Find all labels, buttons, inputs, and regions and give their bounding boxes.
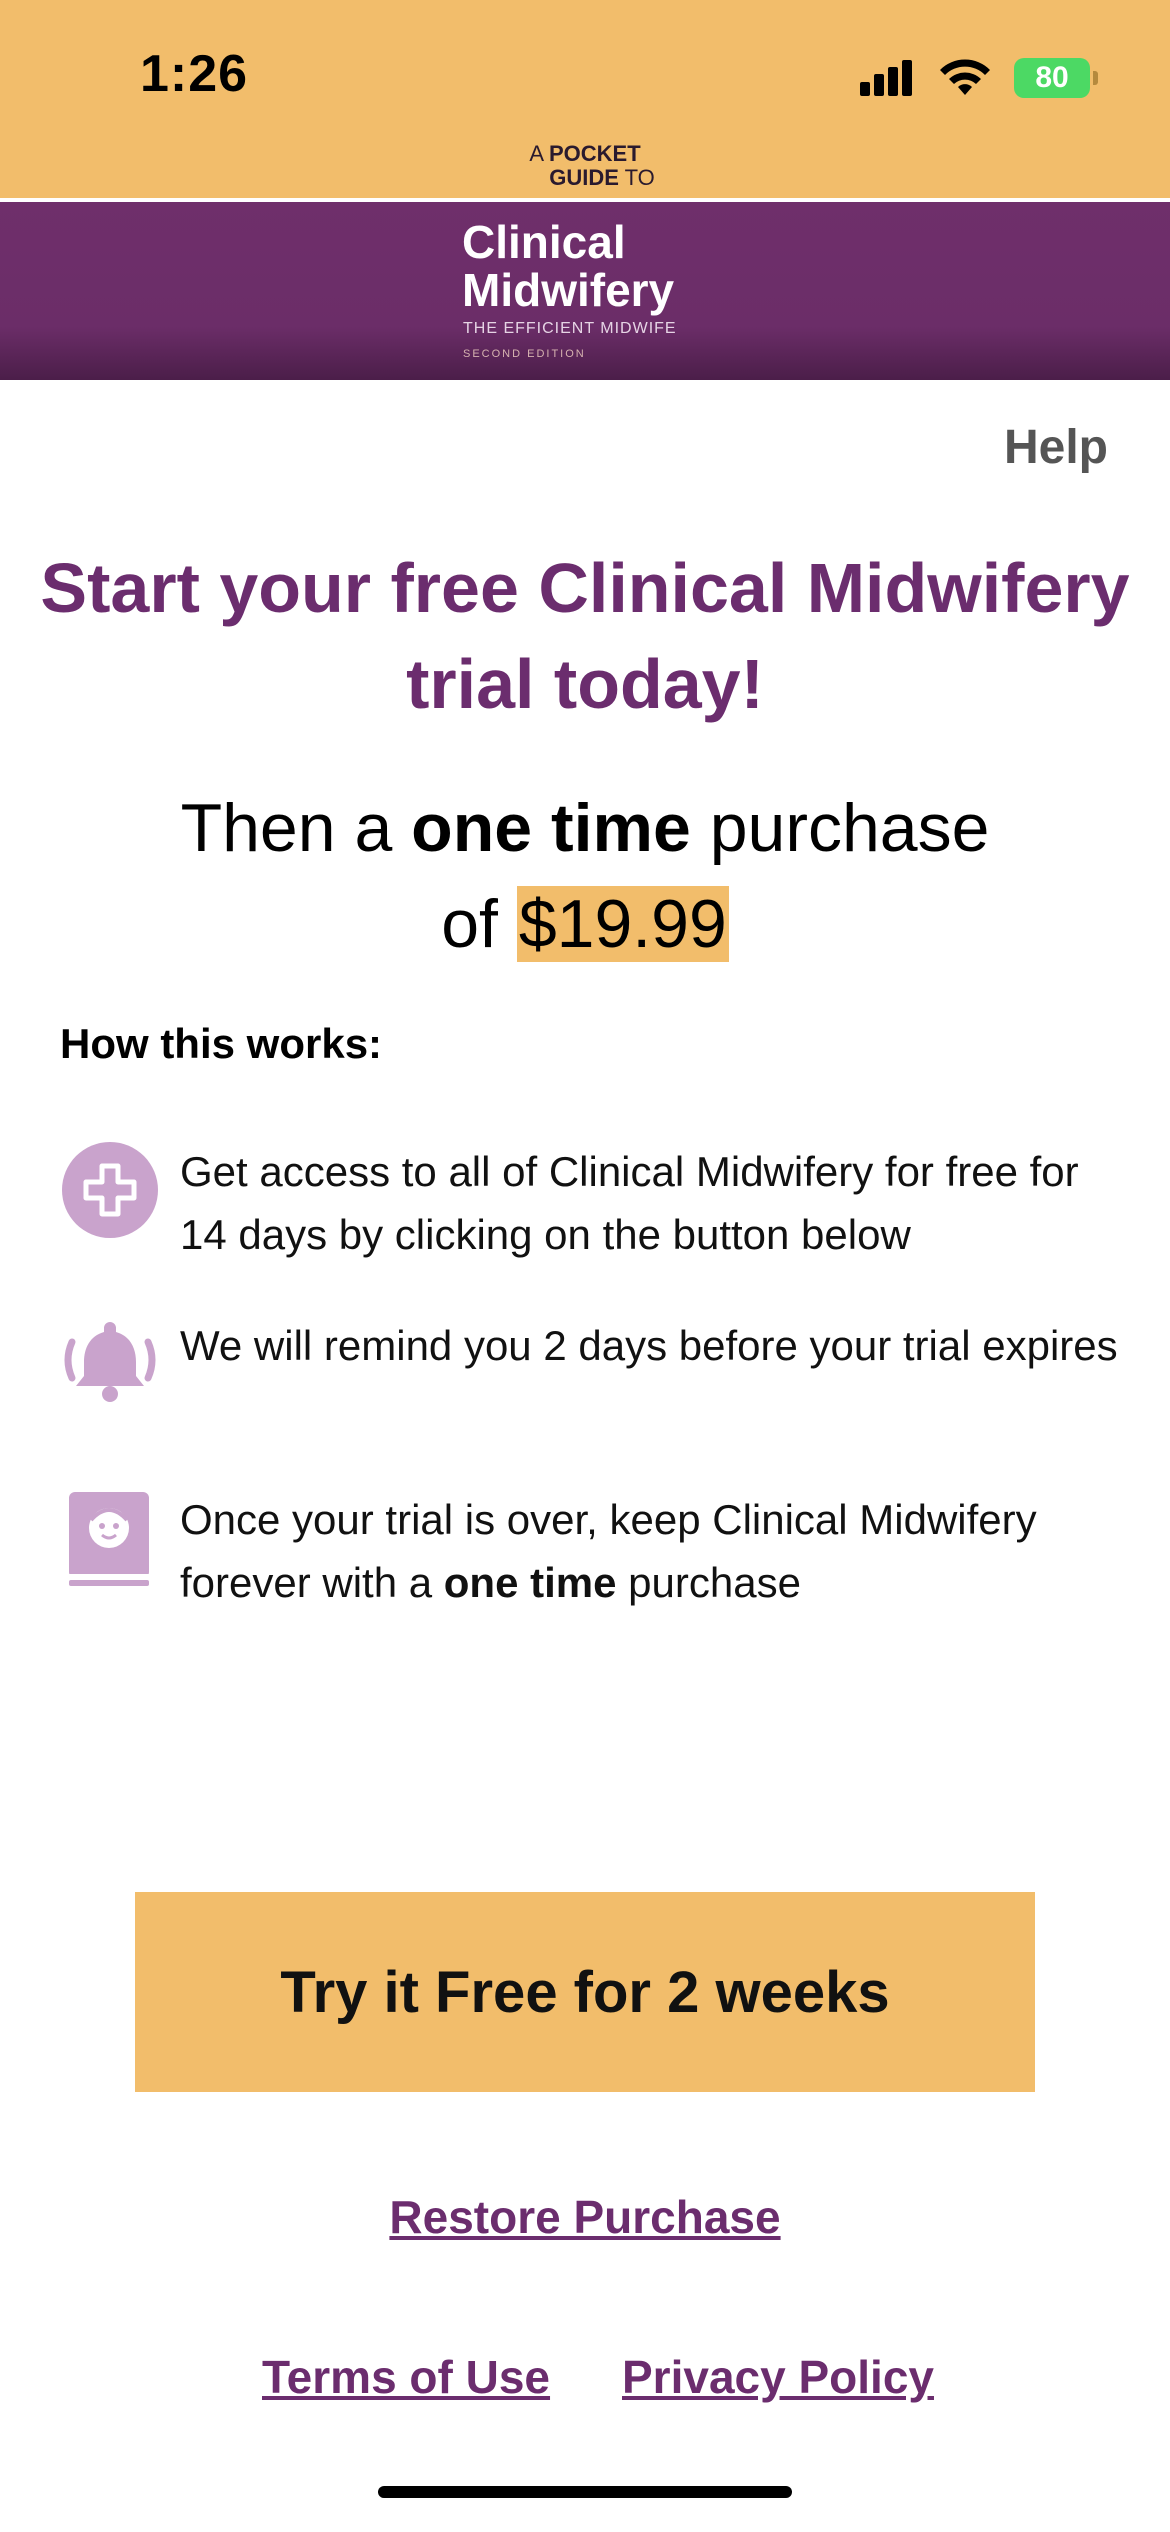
try-free-button[interactable]: Try it Free for 2 weeks	[135, 1892, 1035, 2092]
pocket-guide-label: A POCKET GUIDE TO	[0, 142, 1170, 190]
status-bar: 1:26 80 A POCKET GUIDE TO	[0, 0, 1170, 200]
banner-title-line2: Midwifery	[462, 264, 675, 316]
pre-a: A	[529, 141, 543, 166]
price-purchase: purchase	[709, 790, 990, 866]
pre-guide: GUIDE	[549, 165, 619, 190]
privacy-policy-link[interactable]: Privacy Policy	[622, 2350, 934, 2404]
banner-edition: SECOND EDITION	[463, 348, 586, 360]
wifi-icon	[940, 59, 990, 95]
help-button[interactable]: Help	[1004, 420, 1108, 475]
item-text-bold: one time	[443, 1559, 617, 1606]
status-time: 1:26	[140, 45, 249, 103]
banner-subtitle: THE EFFICIENT MIDWIFE	[463, 320, 677, 337]
book-banner: Clinical Midwifery THE EFFICIENT MIDWIFE…	[0, 202, 1170, 380]
item-text-after: purchase	[628, 1559, 801, 1606]
battery-percent: 80	[1035, 61, 1069, 94]
price-one-time: one time	[411, 790, 691, 866]
list-item: Get access to all of Clinical Midwifery …	[60, 1140, 1120, 1266]
price-amount: $19.99	[516, 886, 729, 962]
item-text: Get access to all of Clinical Midwifery …	[180, 1148, 1079, 1258]
list-item: Once your trial is over, keep Clinical M…	[60, 1488, 1120, 1614]
item-text: We will remind you 2 days before your tr…	[180, 1322, 1118, 1369]
headline: Start your free Clinical Midwifery trial…	[40, 549, 1130, 723]
price-of: of	[441, 886, 498, 962]
home-indicator[interactable]	[378, 2486, 792, 2498]
bell-ringing-icon	[60, 1314, 160, 1414]
cellular-signal-icon	[860, 60, 912, 96]
pre-to: TO	[624, 165, 655, 190]
restore-purchase-link-text[interactable]: Restore Purchase	[389, 2191, 780, 2243]
list-item: We will remind you 2 days before your tr…	[60, 1314, 1120, 1414]
price-description: Then a one time purchase of $19.99	[40, 780, 1130, 972]
medical-cross-icon	[60, 1140, 160, 1240]
banner-title-line1: Clinical	[462, 216, 626, 268]
terms-of-use-link[interactable]: Terms of Use	[262, 2350, 550, 2404]
price-then-a: Then a	[180, 790, 393, 866]
status-icons: 80	[860, 56, 1098, 100]
pre-pocket: POCKET	[548, 141, 641, 166]
how-this-works-title: How this works:	[60, 1020, 383, 1067]
item-text: Once your trial is over, keep Clinical M…	[180, 1488, 1120, 1614]
restore-purchase-link: Restore Purchase	[0, 2190, 1170, 2244]
battery-icon: 80	[1014, 58, 1098, 98]
baby-book-icon	[60, 1488, 160, 1588]
banner-title: Clinical Midwifery	[462, 218, 674, 314]
